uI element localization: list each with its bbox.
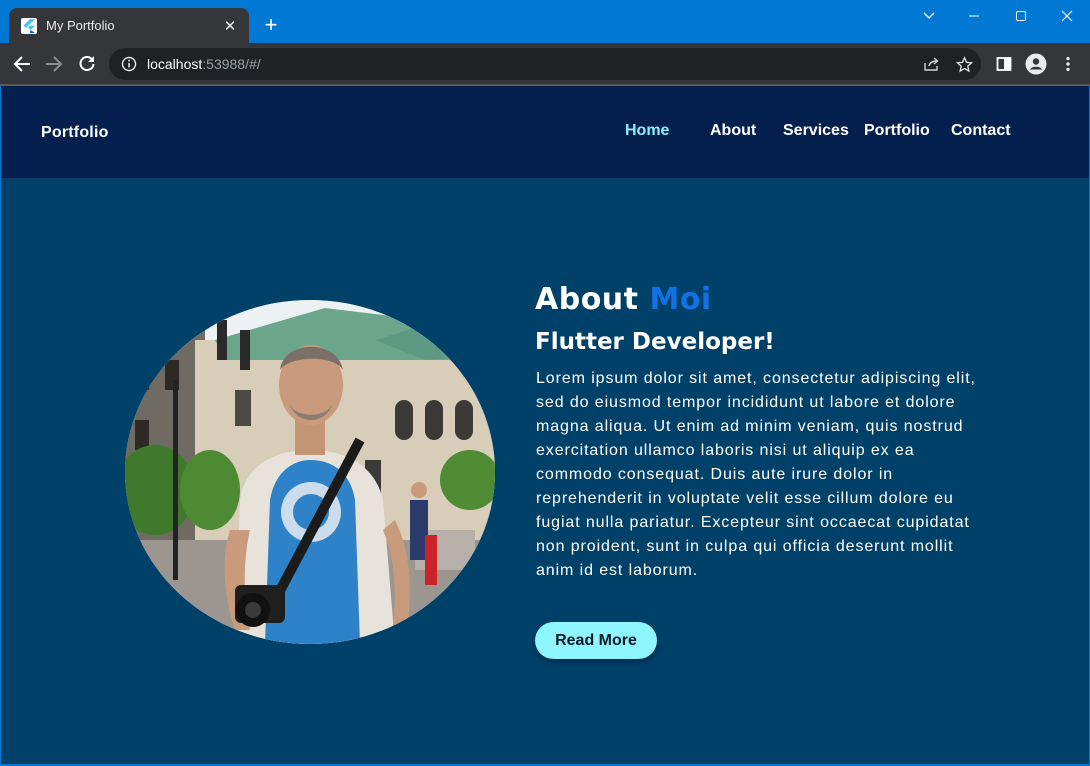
minimize-icon[interactable] xyxy=(962,6,986,26)
site-navbar: Portfolio Home About Services Portfolio … xyxy=(1,86,1089,179)
back-arrow-icon[interactable] xyxy=(10,52,34,76)
nav-link-home[interactable]: Home xyxy=(625,122,669,140)
more-vert-icon[interactable] xyxy=(1056,52,1080,76)
browser-titlebar: My Portfolio ✕ + xyxy=(0,0,1090,43)
nav-link-portfolio[interactable]: Portfolio xyxy=(864,122,930,140)
star-icon[interactable] xyxy=(954,54,974,74)
flutter-favicon xyxy=(21,17,37,34)
forward-arrow-icon[interactable] xyxy=(42,52,66,76)
nav-link-services[interactable]: Services xyxy=(783,122,849,140)
profile-icon[interactable] xyxy=(1024,52,1048,76)
about-paragraph: Lorem ipsum dolor sit amet, consectetur … xyxy=(536,370,976,579)
info-icon[interactable] xyxy=(121,56,137,72)
chevron-down-icon[interactable] xyxy=(917,6,941,26)
url-path: :53988/#/ xyxy=(202,56,261,72)
side-panel-icon[interactable] xyxy=(992,52,1016,76)
address-bar[interactable]: localhost:53988/#/ xyxy=(109,48,981,80)
browser-tab[interactable]: My Portfolio ✕ xyxy=(9,8,249,43)
about-heading-accent: Moi xyxy=(649,282,712,317)
page-content: Portfolio Home About Services Portfolio … xyxy=(1,86,1089,764)
share-icon[interactable] xyxy=(921,54,941,74)
read-more-button[interactable]: Read More xyxy=(535,622,657,659)
tab-title: My Portfolio xyxy=(46,18,115,33)
nav-link-about[interactable]: About xyxy=(710,122,756,140)
about-heading: About Moi xyxy=(535,282,712,317)
url-host: localhost xyxy=(147,56,203,72)
browser-toolbar: localhost:53988/#/ xyxy=(0,43,1090,85)
plus-icon[interactable]: + xyxy=(260,14,282,36)
close-window-icon[interactable] xyxy=(1055,6,1079,26)
maximize-icon[interactable] xyxy=(1009,6,1033,26)
reload-icon[interactable] xyxy=(75,52,99,76)
role-subtitle: Flutter Developer! xyxy=(535,329,775,355)
about-heading-word: About xyxy=(535,282,639,317)
brand-logo[interactable]: Portfolio xyxy=(41,124,109,142)
close-icon[interactable]: ✕ xyxy=(221,17,239,35)
profile-photo xyxy=(125,300,495,644)
nav-link-contact[interactable]: Contact xyxy=(951,122,1011,140)
